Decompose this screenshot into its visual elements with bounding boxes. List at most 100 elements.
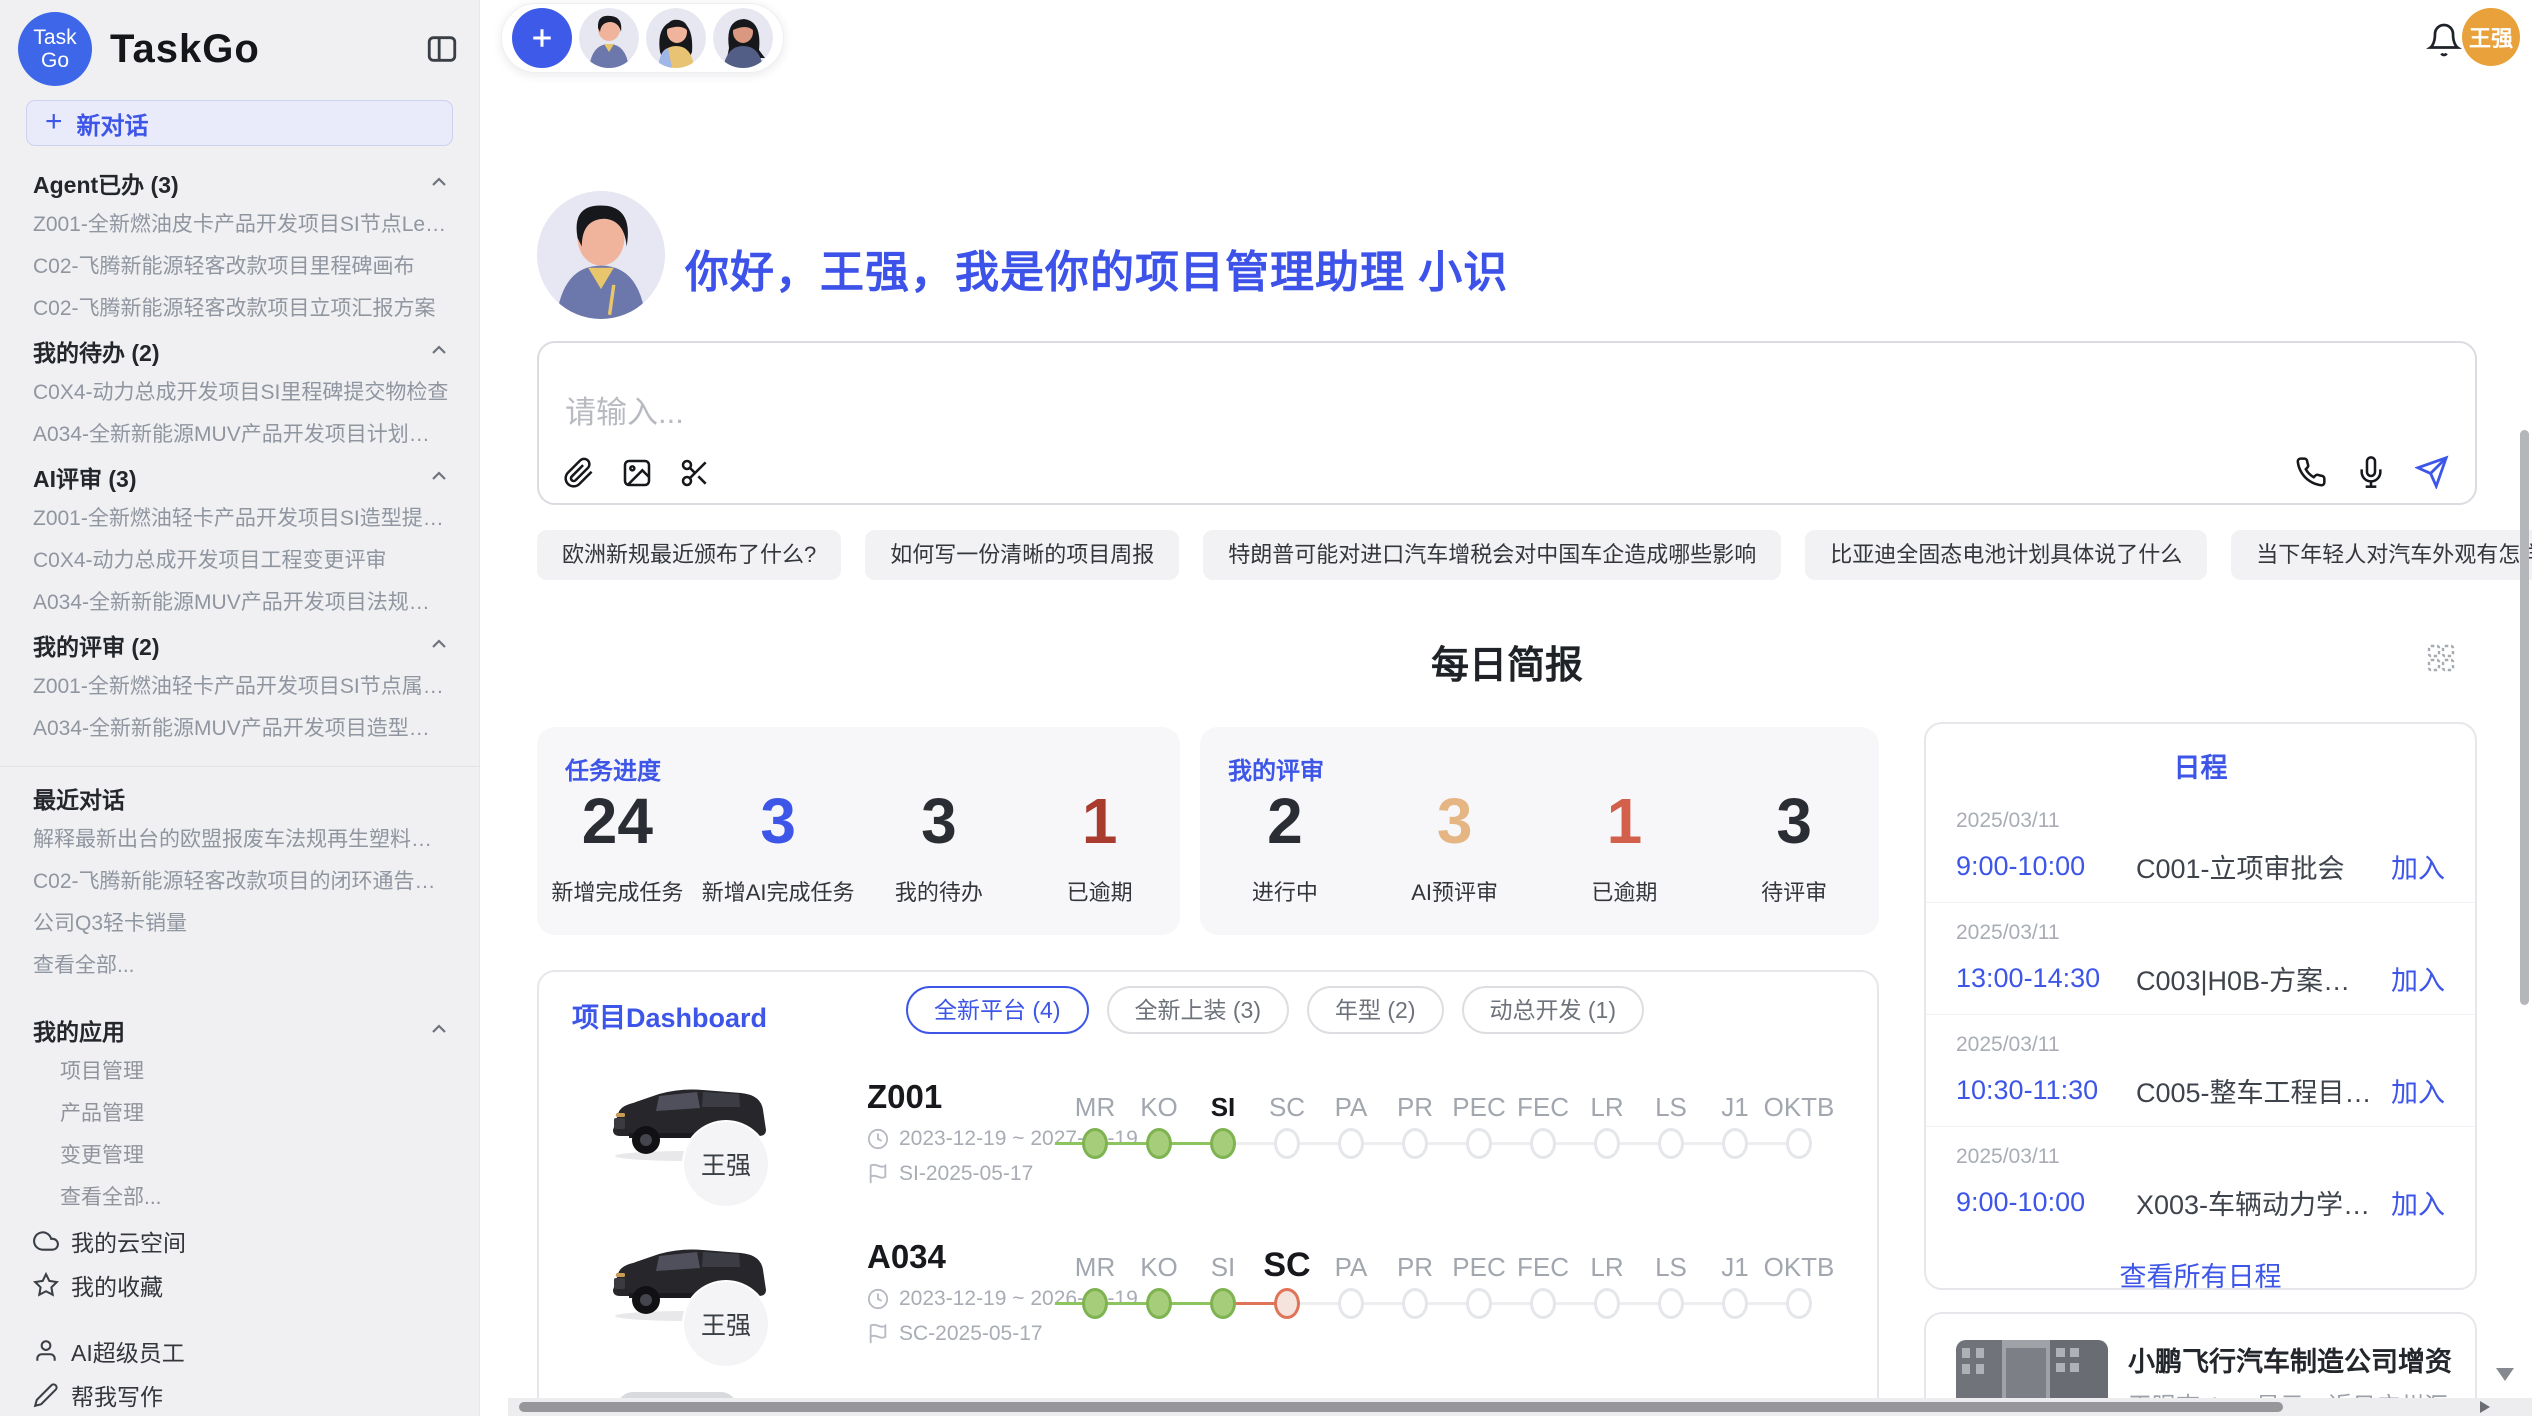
section-title: 我的应用 [33,1013,125,1047]
milestone-label-SC: SC [1263,1246,1310,1285]
project-row-A034[interactable]: 王强A0342023-12-19 ~ 2026-01-19SC-2025-05-… [539,1232,1879,1392]
avatar-member-1[interactable] [579,8,639,68]
add-member-button[interactable] [512,8,572,68]
attachment-icon[interactable] [563,457,595,489]
milestone-label-KO: KO [1140,1252,1178,1283]
sidebar-section-header[interactable]: 我的评审 (2) [0,624,479,666]
horizontal-scrollbar[interactable] [508,1398,2532,1416]
sidebar-item[interactable]: Z001-全新燃油轻卡产品开发项目SI节点属性5D文件评审 [0,666,479,708]
sidebar-item[interactable]: C0X4-动力总成开发项目工程变更评审 [0,540,479,582]
assistant-avatar [537,191,665,319]
suggestion-chip[interactable]: 当下年轻人对汽车外观有怎样的喜好趋势 [2231,530,2532,580]
sidebar-link-cloud[interactable]: 我的云空间 [0,1219,479,1263]
microphone-icon[interactable] [2355,456,2387,488]
notifications-bell-icon[interactable] [2426,22,2462,58]
sidebar-item[interactable]: C02-飞腾新能源轻客改款项目里程碑画布 [0,246,479,288]
dashboard-filter[interactable]: 年型 (2) [1307,986,1444,1034]
sidebar-section-header[interactable]: 我的待办 (2) [0,330,479,372]
recent-chat-item[interactable]: 公司Q3轻卡销量 [0,903,479,945]
sidebar-section-header[interactable]: Agent已办 (3) [0,162,479,204]
app-item[interactable]: 查看全部... [0,1177,479,1219]
section-title: 我的待办 (2) [33,334,160,368]
app-item[interactable]: 产品管理 [0,1093,479,1135]
milestone-dot-KO [1146,1288,1172,1319]
new-chat-button[interactable]: + 新对话 [26,100,453,146]
sidebar-item[interactable]: C02-飞腾新能源轻客改款项目立项汇报方案 [0,288,479,330]
milestone-dot-PA [1338,1128,1364,1159]
stat-value: 24 [537,785,698,857]
recent-chat-item[interactable]: 解释最新出台的欧盟报废车法规再生塑料比例被调至15%... [0,819,479,861]
avatar-member-3[interactable] [713,8,773,68]
my-review-card: 我的评审 2进行中3AI预评审1已逾期3待评审 [1200,727,1879,935]
recent-chats-header[interactable]: 最近对话 [0,777,479,819]
screenshot-scissors-icon[interactable] [679,457,711,489]
user-avatar[interactable]: 王强 [2462,8,2520,66]
scroll-right-arrow[interactable] [2480,1401,2490,1413]
sidebar-item[interactable]: A034-全新新能源MUV产品开发项目造型可行性评审 [0,708,479,750]
project-row-Z001[interactable]: 王强Z0012023-12-19 ~ 2027-01-19SI-2025-05-… [539,1072,1879,1232]
sidebar-tool-robot[interactable]: AI超级员工 [0,1329,479,1373]
milestone-label-KO: KO [1140,1092,1178,1123]
recent-chat-item[interactable]: C02-飞腾新能源轻客改款项目的闭环通告反馈情况 [0,861,479,903]
vertical-scrollbar-thumb[interactable] [2520,430,2529,1005]
suggestion-chip[interactable]: 欧洲新规最近颁布了什么? [537,530,841,580]
project-owner-badge: 王强 [682,1280,770,1368]
suggestion-chip[interactable]: 比亚迪全固态电池计划具体说了什么 [1805,530,2207,580]
dashboard-title: 项目Dashboard [572,996,767,1035]
sidebar-link-star[interactable]: 我的收藏 [0,1263,479,1307]
suggestion-chip[interactable]: 如何写一份清晰的项目周报 [865,530,1179,580]
app-item[interactable]: 项目管理 [0,1051,479,1093]
sidebar-item[interactable]: Z001-全新燃油皮卡产品开发项目SI节点Lesson Learn报告 [0,204,479,246]
milestone-dot-MR [1082,1128,1108,1159]
dashboard-filter[interactable]: 动总开发 (1) [1462,986,1645,1034]
chat-composer [537,341,2477,505]
join-meeting-link[interactable]: 加入 [2391,959,2445,998]
avatar-member-2[interactable] [646,8,706,68]
milestone-label-J1: J1 [1721,1092,1748,1123]
project-flag-date: SC-2025-05-17 [867,1322,1043,1346]
milestone-label-LR: LR [1590,1252,1623,1283]
milestone-label-PR: PR [1397,1252,1433,1283]
sidebar-tool-pen[interactable]: 帮我写作 [0,1373,479,1416]
dashboard-filter[interactable]: 全新上装 (3) [1107,986,1290,1034]
suggestion-chip[interactable]: 特朗普可能对进口汽车增税会对中国车企造成哪些影响 [1203,530,1781,580]
join-meeting-link[interactable]: 加入 [2391,1183,2445,1222]
sidebar-item[interactable]: A034-全新新能源MUV产品开发项目法规符合性评审 [0,582,479,624]
milestone-label-PA: PA [1335,1092,1368,1123]
sidebar-item[interactable]: C0X4-动力总成开发项目SI里程碑提交物检查 [0,372,479,414]
milestone-label-SI: SI [1211,1092,1236,1123]
app-item[interactable]: 变更管理 [0,1135,479,1177]
sidebar-item[interactable]: Z001-全新燃油轻卡产品开发项目SI造型提交物评审 [0,498,479,540]
milestone-label-SC: SC [1269,1092,1305,1123]
dashboard-filter[interactable]: 全新平台 (4) [906,986,1089,1034]
sidebar-item[interactable]: A034-全新新能源MUV产品开发项目计划变更表编写 [0,414,479,456]
sidebar-collapse-icon[interactable] [425,32,459,66]
milestone-dot-PEC [1466,1288,1492,1319]
stat: 3新增AI完成任务 [698,785,859,907]
stat-value: 3 [859,785,1020,857]
my-apps-header[interactable]: 我的应用 [0,1009,479,1051]
view-all-schedule-link[interactable]: 查看所有日程 [1926,1255,2475,1294]
stat: 3我的待办 [859,785,1020,907]
send-icon[interactable] [2415,455,2449,489]
milestone-label-MR: MR [1075,1092,1115,1123]
card-title: 任务进度 [565,751,661,786]
horizontal-scrollbar-thumb[interactable] [519,1402,2283,1412]
schedule-title: 日程 [1926,746,2475,785]
join-meeting-link[interactable]: 加入 [2391,1071,2445,1110]
sidebar-section-header[interactable]: AI评审 (3) [0,456,479,498]
voice-call-icon[interactable] [2295,456,2327,488]
daily-briefing-title: 每日简报 [537,634,2477,689]
layout-grid-icon[interactable] [2425,642,2457,674]
card-title: 我的评审 [1228,751,1324,786]
join-meeting-link[interactable]: 加入 [2391,847,2445,886]
milestone-label-PEC: PEC [1452,1252,1505,1283]
image-upload-icon[interactable] [621,457,653,489]
recent-chat-item[interactable]: 查看全部... [0,945,479,987]
chat-input[interactable] [565,395,1765,431]
milestone-label-PR: PR [1397,1092,1433,1123]
milestone-label-LR: LR [1590,1092,1623,1123]
news-title: 小鹏飞行汽车制造公司增资 [2128,1340,2458,1379]
scroll-down-arrow[interactable] [2496,1368,2514,1381]
schedule-time: 9:00-10:00 [1956,851,2136,882]
